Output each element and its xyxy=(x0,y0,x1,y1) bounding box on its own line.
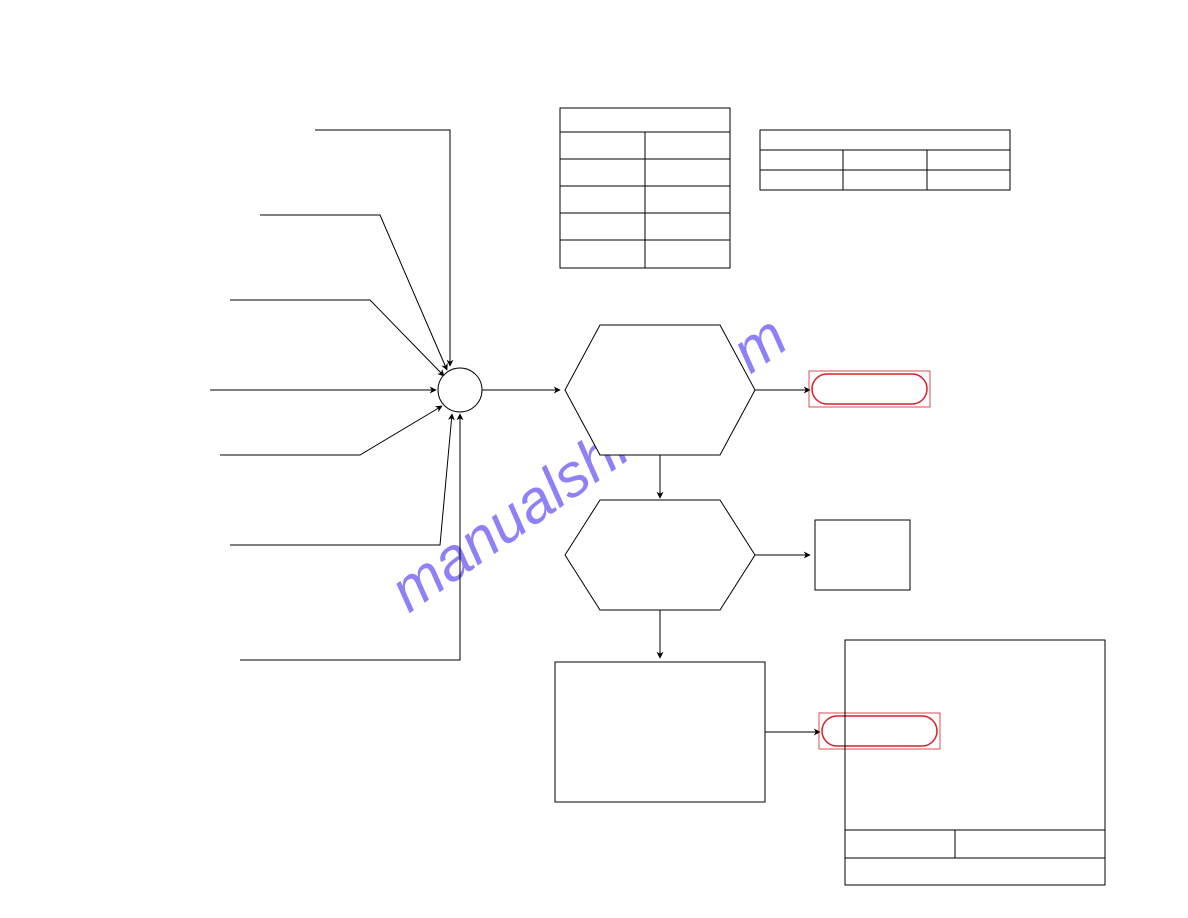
decision-hex-1 xyxy=(565,325,755,455)
output-box-small xyxy=(815,520,910,590)
terminator-oval-2 xyxy=(819,713,940,749)
flowchart-diagram: manualshive.com xyxy=(0,0,1188,918)
process-box xyxy=(555,662,765,802)
decision-hex-2 xyxy=(565,500,755,610)
table-right xyxy=(760,130,1010,190)
title-block xyxy=(845,640,1105,885)
junction-circle xyxy=(438,368,482,412)
table-left xyxy=(560,108,730,268)
terminator-oval-1 xyxy=(809,371,930,407)
